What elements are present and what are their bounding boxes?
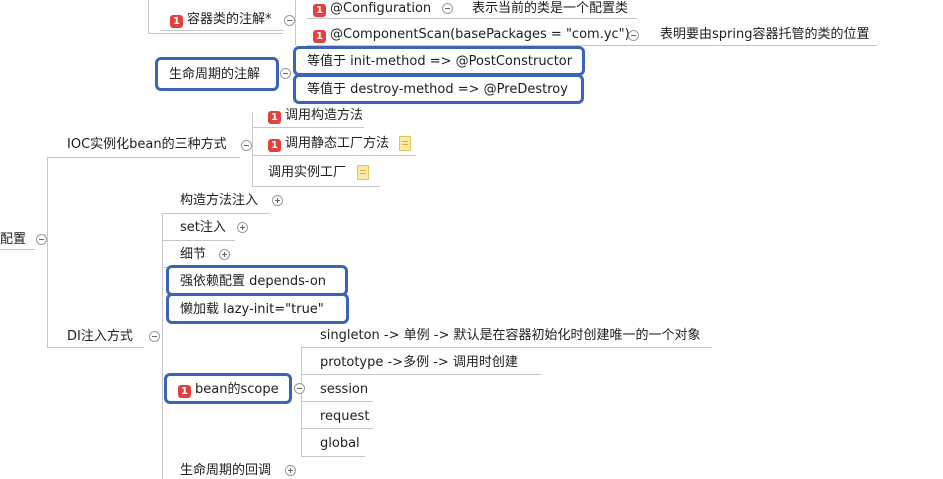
depends-on-node[interactable]: 强依赖配置 depends-on <box>166 265 348 296</box>
underline-configuration <box>307 18 637 19</box>
ioc-child-3-label: 调用实例工厂 <box>268 165 347 180</box>
collapse-icon[interactable] <box>294 383 305 394</box>
collapse-icon[interactable] <box>36 234 47 245</box>
root-label: 配置 <box>0 232 27 247</box>
ioc-child-2-label: 调用静态工厂方法 <box>285 136 390 151</box>
underline-scope-4 <box>301 428 373 429</box>
ioc-node[interactable]: IOC实例化bean的三种方式 <box>67 137 227 153</box>
collapse-icon[interactable] <box>241 140 252 151</box>
bean-scope-node[interactable]: 1 bean的scope <box>164 373 292 404</box>
collapse-icon[interactable] <box>442 3 453 14</box>
collapse-icon[interactable] <box>284 15 295 26</box>
branch-line-ioc <box>252 112 253 186</box>
scope-global-label: global <box>320 436 360 451</box>
underline-scope-3 <box>301 401 373 402</box>
ioc-label: IOC实例化bean的三种方式 <box>67 137 227 152</box>
init-method-label: 等值于 init-method => @PostConstructor <box>307 54 573 69</box>
priority-1-icon: 1 <box>268 139 281 152</box>
branch-line-annotations <box>148 0 149 33</box>
branch-line-annotations-h <box>148 33 283 34</box>
scope-singleton-label: singleton -> 单例 -> 默认是在容器初始化时创建唯一的一个对象 <box>320 328 701 343</box>
underline-constructor <box>162 213 270 214</box>
mind-map: 配置 1 容器类的注解* 1 @Configuration 表示当前的类是一个配置类… <box>0 0 943 479</box>
branch-line-root <box>0 249 35 250</box>
di-node[interactable]: DI注入方式 <box>67 329 133 345</box>
container-annotations-label: 容器类的注解* <box>187 12 272 27</box>
scope-prototype-node[interactable]: prototype ->多例 -> 调用时创建 <box>320 355 518 371</box>
underline-container-label <box>160 30 284 31</box>
branch-line-container <box>295 0 296 45</box>
scope-session-label: session <box>320 382 369 397</box>
ioc-child-3[interactable]: 调用实例工厂 <box>268 165 346 181</box>
underline-ioc-1 <box>252 127 364 128</box>
underline-scope-5 <box>301 456 365 457</box>
underline-ioc-2 <box>252 155 416 156</box>
set-injection-label: set注入 <box>180 220 226 235</box>
priority-1-icon: 1 <box>313 4 326 17</box>
detail-label: 细节 <box>180 247 207 262</box>
component-scan-desc-label: 表明要由spring容器托管的类的位置 <box>660 27 870 42</box>
expand-icon[interactable] <box>272 195 283 206</box>
component-scan-label: @ComponentScan(basePackages = "com.yc") <box>330 27 630 42</box>
constructor-injection-label: 构造方法注入 <box>180 193 259 208</box>
underline-ioc-3 <box>252 186 380 187</box>
lazy-init-node[interactable]: 懒加载 lazy-init="true" <box>166 293 349 324</box>
depends-on-label: 强依赖配置 depends-on <box>180 274 327 289</box>
priority-1-icon: 1 <box>268 111 281 124</box>
ioc-child-2[interactable]: 1 调用静态工厂方法 <box>268 136 389 152</box>
collapse-icon[interactable] <box>628 30 639 41</box>
underline-set <box>162 240 235 241</box>
underline-scope-1 <box>301 347 712 348</box>
scope-request-label: request <box>320 409 370 424</box>
lazy-init-label: 懒加载 lazy-init="true" <box>180 302 324 317</box>
underline-scope-2 <box>301 374 542 375</box>
expand-icon[interactable] <box>219 249 230 260</box>
collapse-icon[interactable] <box>280 68 291 79</box>
collapse-icon[interactable] <box>149 331 160 342</box>
scope-prototype-label: prototype ->多例 -> 调用时创建 <box>320 355 518 370</box>
lifecycle-callback-node[interactable]: 生命周期的回调 <box>180 463 271 479</box>
underline-ioc <box>47 157 240 158</box>
priority-1-icon: 1 <box>170 15 183 28</box>
lifecycle-annotations-node[interactable]: 生命周期的注解 <box>155 57 279 91</box>
destroy-method-label: 等值于 destroy-method => @PreDestroy <box>307 82 568 97</box>
expand-icon[interactable] <box>285 465 296 476</box>
init-method-node[interactable]: 等值于 init-method => @PostConstructor <box>293 46 585 76</box>
scope-global-node[interactable]: global <box>320 436 360 452</box>
root-node[interactable]: 配置 <box>0 232 26 248</box>
branch-line-di <box>162 213 163 479</box>
lifecycle-annotations-label: 生命周期的注解 <box>169 67 261 82</box>
ioc-child-1[interactable]: 1 调用构造方法 <box>268 108 363 124</box>
scope-request-node[interactable]: request <box>320 409 369 425</box>
configuration-desc-label: 表示当前的类是一个配置类 <box>472 1 629 16</box>
bean-scope-label-wrap: 1 bean的scope <box>178 382 279 398</box>
destroy-method-node[interactable]: 等值于 destroy-method => @PreDestroy <box>293 74 584 104</box>
expand-icon[interactable] <box>237 222 248 233</box>
configuration-node[interactable]: 1 @Configuration <box>313 1 431 17</box>
scope-session-node[interactable]: session <box>320 382 368 398</box>
component-scan-node[interactable]: 1 @ComponentScan(basePackages = "com.yc") <box>313 27 630 43</box>
configuration-label: @Configuration <box>330 1 432 16</box>
branch-line-root-vertical <box>47 157 48 347</box>
set-injection-node[interactable]: set注入 <box>180 220 226 236</box>
ioc-child-1-label: 调用构造方法 <box>285 108 364 123</box>
underline-di <box>47 347 144 348</box>
component-scan-desc[interactable]: 表明要由spring容器托管的类的位置 <box>660 27 869 43</box>
container-annotations-node[interactable]: 1 容器类的注解* <box>170 12 272 28</box>
priority-1-icon: 1 <box>178 385 191 398</box>
priority-1-icon: 1 <box>313 30 326 43</box>
bean-scope-label: bean的scope <box>195 382 279 397</box>
note-icon[interactable] <box>399 136 411 151</box>
configuration-desc[interactable]: 表示当前的类是一个配置类 <box>472 1 628 17</box>
constructor-injection-node[interactable]: 构造方法注入 <box>180 193 258 209</box>
detail-node[interactable]: 细节 <box>180 247 206 263</box>
lifecycle-callback-label: 生命周期的回调 <box>180 463 272 478</box>
scope-singleton-node[interactable]: singleton -> 单例 -> 默认是在容器初始化时创建唯一的一个对象 <box>320 328 700 344</box>
di-label: DI注入方式 <box>67 329 133 344</box>
note-icon[interactable] <box>357 165 369 180</box>
